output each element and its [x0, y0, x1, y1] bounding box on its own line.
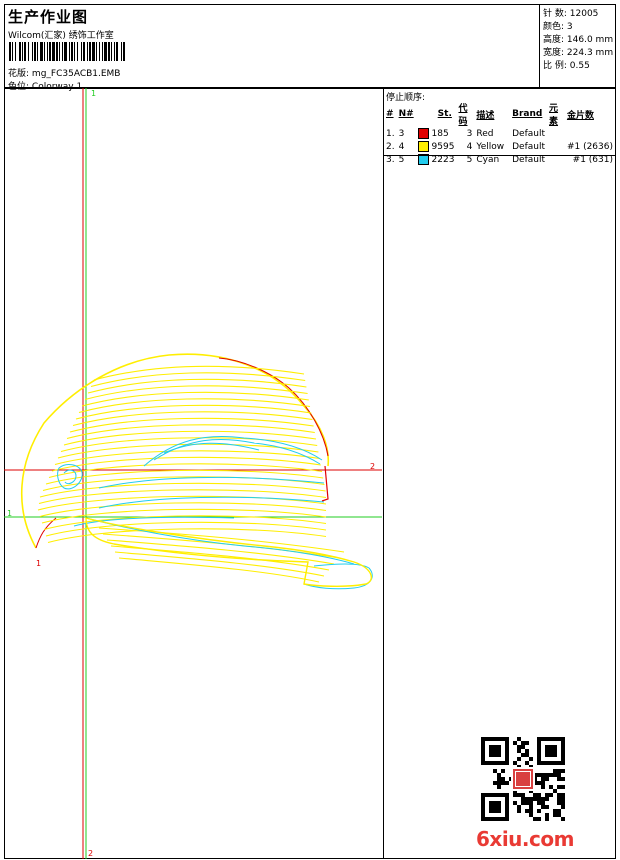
- stats-box: 针 数: 12005 颜色: 3 高度: 146.0 mm 宽度: 224.3 …: [539, 4, 616, 88]
- marker-2-right: 2: [370, 462, 375, 471]
- stop-sequence-table: # N# St. 代码 描述 Brand 元素 金片数 1. 3 185 3 R…: [384, 101, 615, 166]
- table-row: 1. 3 185 3 Red Default: [386, 128, 545, 139]
- table-row: 2. 4 9595 4 Yellow Default #1 (2636): [386, 141, 613, 152]
- stat-height: 高度: 146.0 mm: [543, 35, 614, 45]
- col-stitches: St.: [437, 109, 452, 119]
- panel-divider: [384, 155, 615, 156]
- stat-scale: 比 例: 0.55: [543, 61, 590, 71]
- color-swatch-red: [417, 128, 429, 139]
- barcode: [9, 42, 187, 61]
- col-sequins: 金片数: [566, 110, 594, 121]
- header-box: 生产作业图 Wilcom(汇家) 绣饰工作室 花版: mg_FC35ACB1.E…: [4, 4, 616, 92]
- marker-1-top: 1: [91, 89, 96, 98]
- pattern-info: 花版: mg_FC35ACB1.EMB: [8, 66, 121, 79]
- stat-stitches: 针 数: 12005: [543, 9, 599, 19]
- color-swatch-yellow: [417, 141, 429, 152]
- watermark-text: 6xiu.com: [476, 827, 574, 851]
- pattern-label: 花版:: [8, 69, 30, 79]
- red-edge-back: [321, 465, 329, 502]
- company-name: Wilcom(汇家) 绣饰工作室: [8, 31, 114, 41]
- embroidery-design: 1 1 1 2 2: [4, 88, 382, 859]
- col-needle: N#: [398, 109, 414, 119]
- col-index: #: [386, 109, 394, 119]
- stat-width: 宽度: 224.3 mm: [543, 48, 614, 58]
- page-title: 生产作业图: [8, 8, 89, 26]
- marker-1-left: 1: [7, 509, 12, 518]
- col-element: 元素: [549, 104, 559, 127]
- stat-colors: 颜色: 3: [543, 22, 573, 32]
- table-header-row: # N# St. 代码 描述 Brand 元素 金片数: [384, 101, 615, 127]
- pattern-value: mg_FC35ACB1.EMB: [31, 69, 121, 79]
- marker-2-bottom: 2: [88, 849, 93, 858]
- col-desc: 描述: [476, 110, 495, 121]
- marker-1-bottom: 1: [36, 559, 41, 568]
- col-code: 代码: [458, 104, 468, 127]
- qr-code: [481, 737, 565, 821]
- col-brand: Brand: [512, 109, 543, 119]
